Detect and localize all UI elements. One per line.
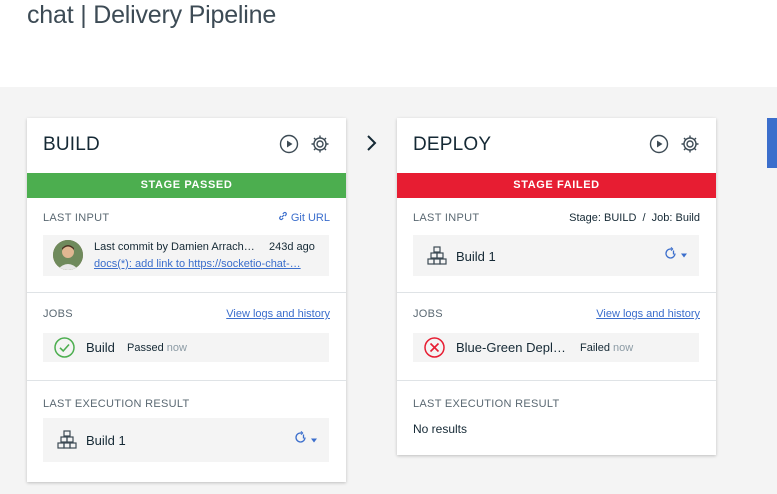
job-status-text: Passed xyxy=(127,342,164,354)
play-icon[interactable] xyxy=(278,133,300,155)
redeploy-icon xyxy=(294,431,308,450)
last-execution-label: LAST EXECUTION RESULT xyxy=(43,398,190,410)
input-artifact-item: Build 1 xyxy=(456,249,496,264)
gear-icon[interactable] xyxy=(679,133,701,155)
no-results-text: No results xyxy=(413,422,468,436)
stage-header: BUILD xyxy=(27,118,346,173)
job-name: Build xyxy=(86,340,115,355)
job-row-build[interactable]: Build Passed now xyxy=(43,333,329,362)
build-artifact-icon xyxy=(57,430,77,454)
link-icon xyxy=(278,211,288,224)
stage-header: DEPLOY xyxy=(397,118,716,173)
stage-status-banner: STAGE PASSED xyxy=(27,173,346,198)
stage-card-build: BUILD STAGE PASSED LAST INPUT Git URL La… xyxy=(27,118,346,482)
chevron-right-icon xyxy=(364,132,380,154)
commit-box: Last commit by Damien Arrach… 243d ago d… xyxy=(43,235,329,276)
check-circle-icon xyxy=(53,336,76,364)
gear-icon[interactable] xyxy=(309,133,331,155)
avatar xyxy=(53,240,83,270)
job-name: Blue-Green Depl… xyxy=(456,340,566,355)
commit-age: 243d ago xyxy=(269,241,315,253)
last-input-section: LAST INPUT Git URL Last commit by Damien… xyxy=(27,198,346,293)
error-circle-icon xyxy=(423,336,446,364)
page-header: chat | Delivery Pipeline xyxy=(0,0,777,87)
last-execution-section: LAST EXECUTION RESULT No results xyxy=(397,381,716,455)
jobs-section: JOBS View logs and history Build Passed … xyxy=(27,293,346,381)
jobs-section: JOBS View logs and history Blue-Green De… xyxy=(397,293,716,381)
stage-card-deploy: DEPLOY STAGE FAILED LAST INPUT Stage: BU… xyxy=(397,118,716,455)
commit-summary: Last commit by Damien Arrach… 243d ago xyxy=(94,241,315,253)
commit-author: Last commit by Damien Arrach… xyxy=(94,241,255,253)
redeploy-dropdown[interactable] xyxy=(294,431,317,450)
page-title: chat | Delivery Pipeline xyxy=(27,1,277,29)
execution-result-box: Build 1 xyxy=(43,418,329,462)
stage-title: DEPLOY xyxy=(413,134,492,155)
git-url-link[interactable]: Git URL xyxy=(278,211,330,224)
last-input-label: LAST INPUT xyxy=(43,212,110,224)
commit-message-link[interactable]: docs(*): add link to https://socketio-ch… xyxy=(94,258,301,270)
input-artifact-box: Build 1 xyxy=(413,235,699,276)
jobs-label: JOBS xyxy=(413,308,443,320)
stage-title: BUILD xyxy=(43,134,100,155)
job-status-text: Failed xyxy=(580,342,610,354)
job-time: now xyxy=(613,342,634,354)
stage-status-banner: STAGE FAILED xyxy=(397,173,716,198)
last-input-section: LAST INPUT Stage: BUILD / Job: Build Bui… xyxy=(397,198,716,293)
view-logs-link[interactable]: View logs and history xyxy=(226,308,330,320)
redeploy-dropdown[interactable] xyxy=(664,246,687,265)
job-status: Failed now xyxy=(580,342,633,354)
last-input-label: LAST INPUT xyxy=(413,212,480,224)
input-source-meta: Stage: BUILD / Job: Build xyxy=(569,212,700,224)
next-stage-card-edge xyxy=(767,118,777,168)
view-logs-link[interactable]: View logs and history xyxy=(596,308,700,320)
job-status: Passed now xyxy=(127,342,187,354)
git-url-label: Git URL xyxy=(290,211,330,224)
chevron-down-icon xyxy=(311,438,317,442)
chevron-down-icon xyxy=(681,253,687,258)
job-row-blue-green-deploy[interactable]: Blue-Green Depl… Failed now xyxy=(413,333,699,362)
play-icon[interactable] xyxy=(648,133,670,155)
build-artifact-icon xyxy=(427,246,447,270)
jobs-label: JOBS xyxy=(43,308,73,320)
redeploy-icon xyxy=(664,246,678,265)
last-execution-section: LAST EXECUTION RESULT Build 1 xyxy=(27,381,346,482)
job-time: now xyxy=(166,342,187,354)
last-execution-label: LAST EXECUTION RESULT xyxy=(413,398,560,410)
execution-result-item: Build 1 xyxy=(86,433,126,448)
